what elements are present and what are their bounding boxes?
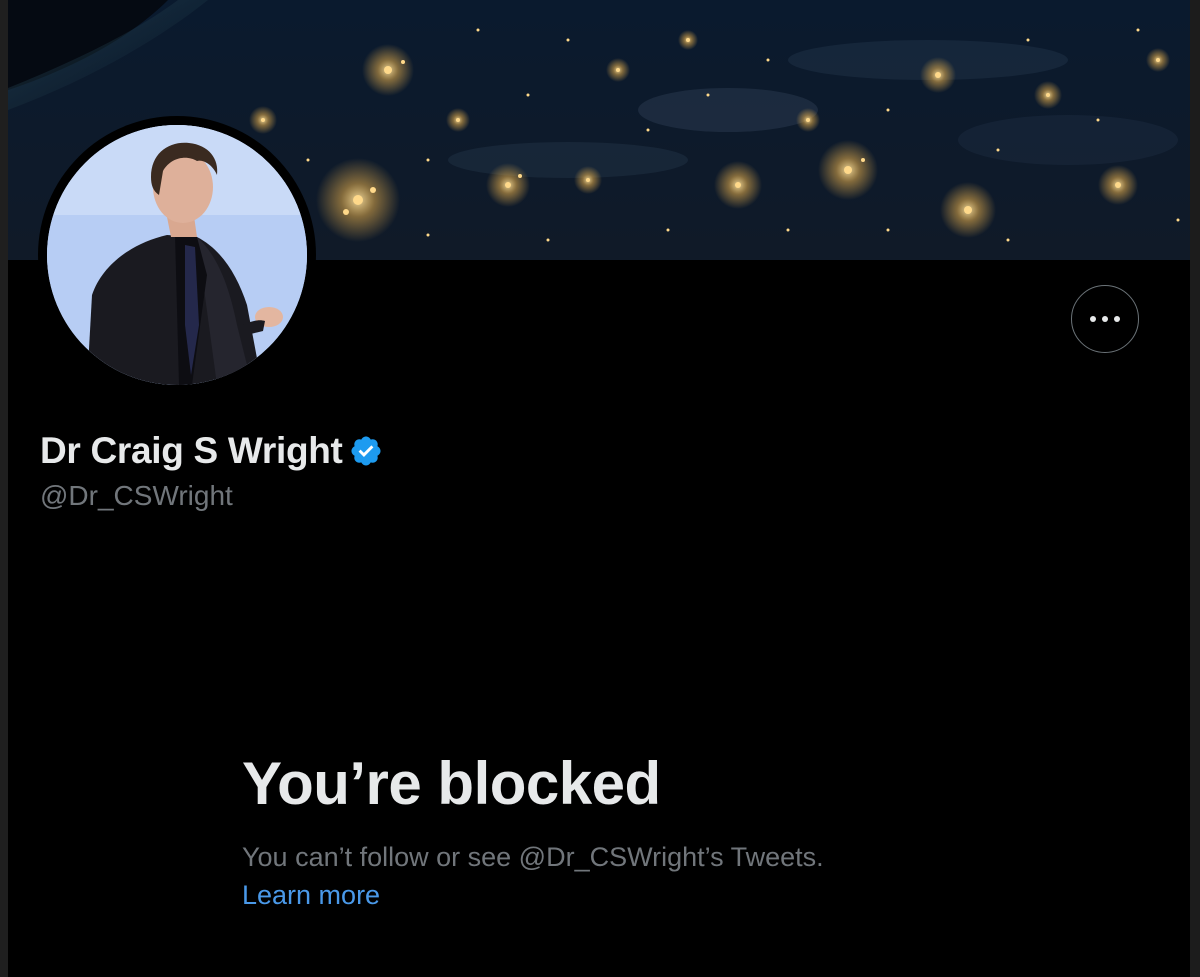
more-options-button[interactable] xyxy=(1071,285,1139,353)
blocked-description: You can’t follow or see @Dr_CSWright’s T… xyxy=(242,842,824,872)
verified-badge-icon[interactable] xyxy=(349,434,383,468)
blocked-title: You’re blocked xyxy=(242,750,661,817)
window-edge-right xyxy=(1190,0,1200,977)
profile-name-row: Dr Craig S Wright xyxy=(40,428,383,474)
profile-page: Dr Craig S Wright @Dr_CSWright You’re bl… xyxy=(0,0,1200,977)
window-edge-left xyxy=(0,0,8,977)
profile-avatar[interactable] xyxy=(38,116,316,394)
learn-more-link[interactable]: Learn more xyxy=(242,876,380,914)
profile-handle: @Dr_CSWright xyxy=(40,480,233,511)
more-options-icon xyxy=(1090,316,1120,322)
display-name: Dr Craig S Wright xyxy=(40,430,343,471)
blocked-notice: You’re blocked You can’t follow or see @… xyxy=(242,748,962,914)
avatar-photo xyxy=(47,125,307,385)
